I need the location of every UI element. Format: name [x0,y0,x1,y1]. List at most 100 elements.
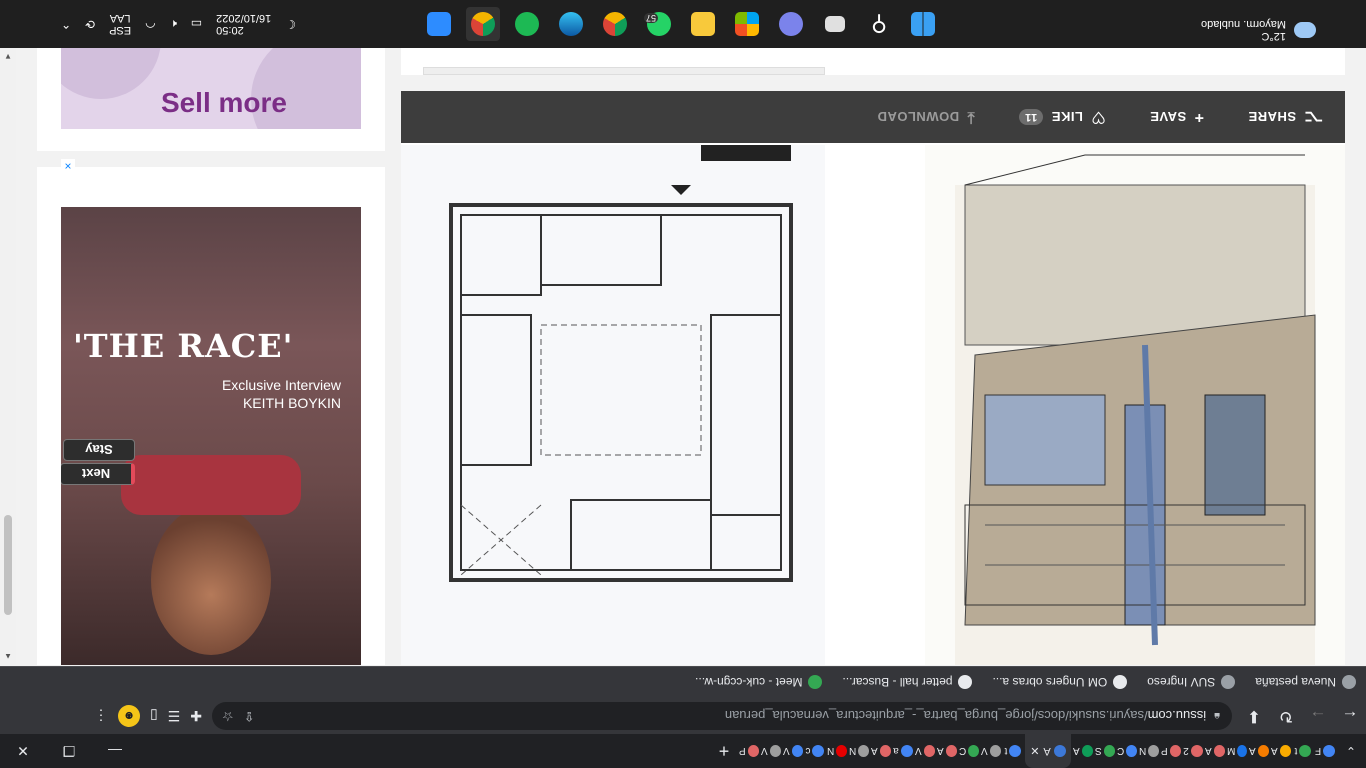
tab-after-1[interactable]: V [981,734,1001,768]
tab-list: Ft A A M A 2 P N C S A [1072,734,1336,768]
tab-label: N [849,745,857,757]
tab-items-11[interactable]: A [1073,734,1093,768]
sync-icon[interactable]: ⟳ [85,17,95,31]
bookmark-label: SUV Ingreso [1147,675,1216,690]
tab-after-3[interactable]: A [937,734,957,768]
tab-label: c [805,745,811,757]
tab-after-4[interactable]: V [915,734,935,768]
share-page-icon[interactable]: ⇪ [244,708,255,724]
zoom-icon[interactable] [422,7,456,41]
bookmark-item[interactable]: petter hall - Buscar... [842,675,973,690]
url-domain: issuu.com [1147,708,1207,724]
side-panel-icon[interactable]: ▯ [150,708,158,725]
maximize-icon[interactable]: ❐ [46,734,92,768]
page-scrollbar[interactable]: ▲ ▼ [0,48,16,665]
tab-favicon-icon [836,745,847,757]
tab-after-8[interactable]: N [827,734,847,768]
tab-after-5[interactable]: a [893,734,913,768]
scroll-down-icon[interactable]: ▼ [4,52,12,61]
tab-items-3[interactable]: A [1249,734,1269,768]
tab-favicon-icon [989,745,1001,757]
plus-icon: + [1194,109,1205,126]
search-icon[interactable]: ⚲ [862,7,896,41]
puzzle-extensions-icon[interactable]: ✚ [190,708,202,725]
whatsapp-icon[interactable]: 57 [642,7,676,41]
wifi-icon[interactable]: ◠ [145,17,155,31]
tab-items-9[interactable]: C [1117,734,1137,768]
bookmark-item[interactable]: Meet - cuk-ccgn-w... [695,675,823,690]
spotify-icon[interactable] [510,7,544,41]
reload-button[interactable]: ↻ [1270,700,1302,732]
file-explorer-icon[interactable] [686,7,720,41]
tab-items-7[interactable]: P [1161,734,1181,768]
widgets-store-icon[interactable] [730,7,764,41]
chrome-icon[interactable] [466,7,500,41]
tab-items-10[interactable]: S [1095,734,1115,768]
ad-close-icon[interactable]: × [61,159,75,173]
tab-after-0[interactable]: t [1003,734,1023,768]
tab-items-5[interactable]: A [1205,734,1225,768]
language-indicator[interactable]: ESP LAA [109,12,131,36]
lock-icon[interactable]: 🔒︎ [1214,710,1220,723]
video-ad-player[interactable]: Next Stay KEITH BOYKIN Exclusive Intervi… [61,207,361,665]
profile-avatar[interactable]: ☻ [117,705,140,727]
bookmark-star-icon[interactable]: ☆ [222,708,234,724]
tab-after-6[interactable]: A [871,734,891,768]
stay-button[interactable]: Stay [63,439,135,461]
save-button[interactable]: + SAVE [1150,108,1204,126]
video-ad-card: Next Stay KEITH BOYKIN Exclusive Intervi… [37,167,385,665]
tab-after-7[interactable]: N [849,734,869,768]
tab-favicon-icon [1009,745,1022,757]
bookmark-item[interactable]: Nueva pestaña [1255,675,1356,690]
task-view-icon[interactable] [818,7,852,41]
battery-icon[interactable]: ▭ [191,17,202,31]
tab-after-12[interactable]: P [739,734,759,768]
address-bar[interactable]: 🔒︎ issuu.com /sayuri.susuki/docs/jorge_b… [212,702,1232,730]
tab-items-4[interactable]: M [1227,734,1247,768]
bookmark-item[interactable]: SUV Ingreso [1147,675,1236,690]
volume-icon[interactable]: 🔈︎ [170,17,177,32]
tab-after-2[interactable]: C [959,734,979,768]
tab-after-10[interactable]: V [783,734,803,768]
lang-primary: ESP [109,24,132,36]
tab-search-icon[interactable]: ⌄ [1336,734,1366,768]
teams-chat-icon[interactable] [774,7,808,41]
tray-chevron-icon[interactable]: ⌃ [61,17,71,31]
next-button[interactable]: Next [61,463,135,485]
share-button[interactable]: ⌥ SHARE [1248,107,1323,127]
close-tab-icon[interactable]: ✕ [1030,745,1039,758]
menu-kebab-icon[interactable]: ⋮ [94,708,108,725]
tab-favicon-icon [923,745,935,757]
reader-action-bar: ⌥ SHARE + SAVE ♡ LIKE 11 ⤓ DOWNLOAD [401,91,1345,143]
new-tab-button[interactable]: + [710,734,738,768]
download-icon[interactable]: ⬇ [1238,700,1270,732]
download-button[interactable]: ⤓ DOWNLOAD [877,108,975,126]
reading-list-icon[interactable]: ☰ [168,708,181,725]
scrollbar-thumb[interactable] [4,515,12,615]
notification-icon[interactable]: ☾ [285,17,296,31]
tab-active[interactable]: A ✕ [1025,734,1071,768]
scroll-up-icon[interactable]: ▲ [4,652,12,661]
tab-items-6[interactable]: 2 [1183,734,1203,768]
system-tray: ☾ 20:50 16/10/2022 ▭ 🔈︎ ◠ ESP LAA ⟳ ⌃ [61,0,296,48]
chrome-profile-icon[interactable] [598,7,632,41]
minimize-icon[interactable]: — [92,734,138,768]
banner-ad[interactable]: Sell more [61,48,361,129]
clock[interactable]: 20:50 16/10/2022 [216,12,271,36]
tab-items-8[interactable]: N [1139,734,1159,768]
tab-label: M [1227,745,1236,757]
tab-after-9[interactable]: c [805,734,825,768]
tab-after-11[interactable]: V [761,734,781,768]
tab-items-1[interactable]: t [1293,734,1313,768]
tab-items-0[interactable]: F [1315,734,1335,768]
start-windows-icon[interactable] [906,7,940,41]
bookmark-item[interactable]: OM Ungers obras a... [993,675,1128,690]
back-button[interactable]: ← [1334,700,1366,732]
close-window-icon[interactable]: ✕ [0,734,46,768]
like-button[interactable]: ♡ LIKE 11 [1018,107,1106,127]
edge-icon[interactable] [554,7,588,41]
tab-items-2[interactable]: A [1271,734,1291,768]
like-label: LIKE [1051,109,1083,125]
forward-button[interactable]: → [1302,700,1334,732]
weather-widget[interactable]: 12°C Mayorm. nublado [1201,18,1316,42]
